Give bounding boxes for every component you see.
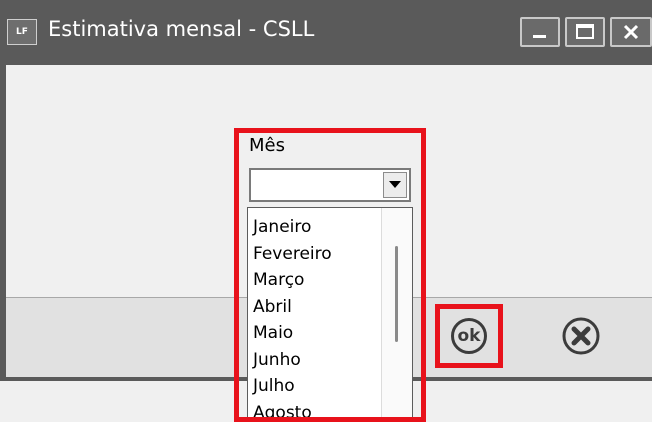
month-option[interactable]: Abril [253,294,332,321]
month-dropdown-list[interactable]: Janeiro Fevereiro Março Abril Maio Junho… [247,207,413,421]
minimize-button[interactable] [520,17,560,47]
chevron-down-icon [389,181,401,188]
month-label: Mês [249,135,285,156]
close-icon [623,24,639,40]
scrollbar-thumb[interactable] [395,246,398,342]
minimize-icon [533,35,546,38]
month-option[interactable]: Maio [253,320,332,347]
ok-button[interactable]: ok [447,315,491,357]
month-option[interactable]: Fevereiro [253,241,332,268]
window-title: Estimativa mensal - CSLL [48,17,315,41]
cancel-button[interactable] [558,313,604,359]
maximize-icon [576,24,594,39]
month-option[interactable]: Agosto [253,400,332,421]
dropdown-scrollbar[interactable] [381,208,412,420]
month-option[interactable]: Junho [253,347,332,374]
app-logo-icon: LF [7,19,37,45]
close-button[interactable] [610,17,652,47]
month-select[interactable] [249,168,411,202]
title-bar: LF Estimativa mensal - CSLL [0,0,652,65]
month-option[interactable]: Julho [253,373,332,400]
month-dropdown-button[interactable] [383,172,407,198]
month-option[interactable]: Janeiro [253,214,332,241]
maximize-button[interactable] [565,17,605,47]
month-option[interactable]: Março [253,267,332,294]
ok-icon: ok [451,318,487,354]
cancel-x-icon [562,317,600,355]
